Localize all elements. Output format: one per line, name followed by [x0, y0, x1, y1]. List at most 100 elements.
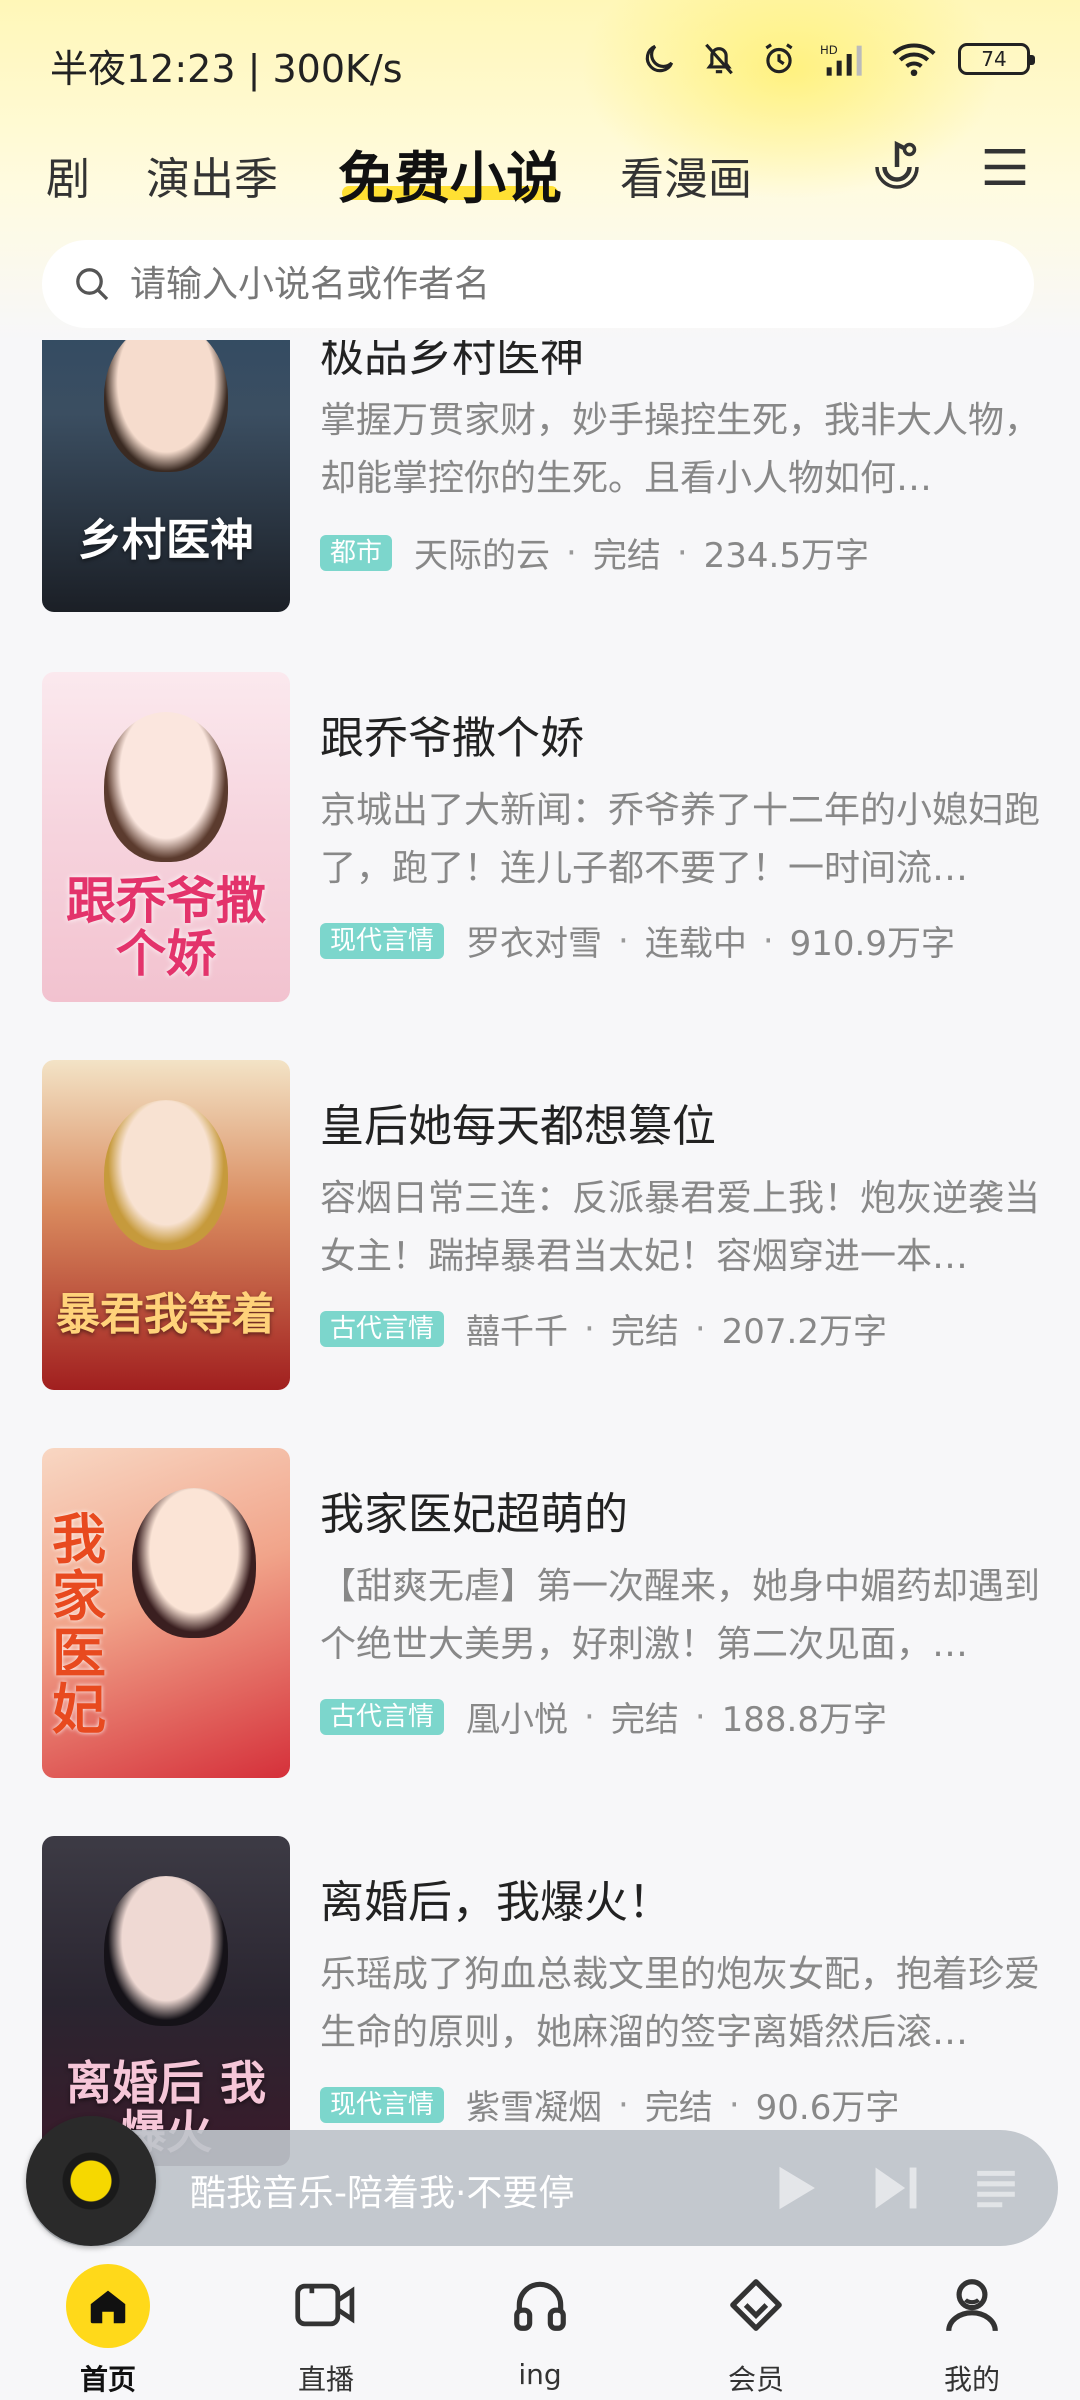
- video-icon: [291, 2270, 361, 2340]
- svg-text:HD: HD: [820, 43, 838, 57]
- album-disc-icon[interactable]: [26, 2116, 156, 2246]
- book-item[interactable]: 跟乔爷撒个娇 跟乔爷撒个娇 京城出了大新闻：乔爷养了十二年的小媳妇跑了，跑了！连…: [42, 672, 1042, 1002]
- separator: ·: [728, 2084, 740, 2125]
- word-count: 188.8万字: [721, 1700, 887, 1740]
- status-icons: HD 74: [640, 40, 1035, 78]
- battery-icon: 74: [958, 43, 1035, 75]
- status-time: 半夜12:23 | 300K/s: [50, 47, 403, 91]
- genre-tag: 古代言情: [320, 1310, 445, 1347]
- separator: ·: [618, 2084, 629, 2125]
- separator: ·: [676, 532, 688, 573]
- separator: ·: [694, 1308, 706, 1349]
- separator: ·: [762, 920, 774, 961]
- diamond-icon: [721, 2270, 791, 2340]
- word-count: 207.2万字: [721, 1312, 887, 1352]
- book-status: 完结: [644, 2088, 713, 2128]
- nav-label: 直播: [297, 2363, 354, 2396]
- nav-ing[interactable]: ing: [470, 2262, 610, 2400]
- next-track-icon[interactable]: [868, 2160, 924, 2216]
- mute-bell-icon: [705, 43, 733, 75]
- book-description: 【甜爽无虐】第一次醒来，她身中媚药却遇到个绝世大美男，好刺激！第二次见面，…: [320, 1566, 1041, 1665]
- book-cover: 暴君我等着: [42, 1060, 290, 1390]
- tab-comics[interactable]: 看漫画: [620, 130, 752, 230]
- book-status: 完结: [610, 1700, 679, 1740]
- book-title: 离婚后，我爆火！: [320, 1877, 672, 1928]
- player-track: 酷我音乐-陪着我·不要停: [190, 2173, 575, 2214]
- cover-title: 乡村医神: [78, 514, 254, 566]
- tab-label: 看漫画: [620, 154, 752, 205]
- user-icon: [937, 2270, 1007, 2340]
- author: 囍千千: [466, 1312, 569, 1352]
- separator: ·: [566, 532, 577, 573]
- book-description: 京城出了大新闻：乔爷养了十二年的小媳妇跑了，跑了！连儿子都不要了！一时间流…: [320, 790, 1041, 889]
- play-icon[interactable]: [768, 2160, 824, 2216]
- headphones-icon: [505, 2270, 575, 2340]
- book-cover: 我家医妃: [42, 1448, 290, 1778]
- book-item[interactable]: 暴君我等着 皇后她每天都想篡位 容烟日常三连：反派暴君爱上我！炮灰逆袭当女主！踹…: [42, 1060, 1042, 1390]
- battery-level: 74: [981, 47, 1007, 71]
- book-meta: 现代言情 罗衣对雪 · 连载中 · 910.9万字: [320, 916, 955, 965]
- book-item[interactable]: 离婚后 我爆火 离婚后，我爆火！ 乐瑶成了狗血总裁文里的炮灰女配，抱着珍爱生命的…: [42, 1836, 1042, 2166]
- book-cover: 跟乔爷撒个娇: [42, 672, 290, 1002]
- signal-icon: HD: [820, 43, 862, 76]
- genre-tag: 现代言情: [320, 922, 445, 959]
- moon-icon: [645, 44, 674, 73]
- word-count: 90.6万字: [755, 2088, 900, 2128]
- cover-title: 暴君我等着: [56, 1288, 276, 1340]
- book-meta: 现代言情 紫雪凝烟 · 完结 · 90.6万字: [320, 2080, 899, 2129]
- book-status: 完结: [592, 536, 661, 576]
- author: 凰小悦: [466, 1700, 569, 1740]
- tab-drama[interactable]: 剧: [46, 130, 90, 230]
- nav-label: 首页: [79, 2363, 136, 2396]
- bottom-nav: 首页 直播 ing 会员 我的: [0, 2262, 1080, 2400]
- genre-tag: 古代言情: [320, 1698, 445, 1735]
- nav-vip[interactable]: 会员: [686, 2262, 826, 2400]
- tab-label: 免费小说: [338, 147, 562, 212]
- tab-shows[interactable]: 演出季: [146, 130, 278, 230]
- nav-label: 会员: [727, 2363, 784, 2396]
- book-meta: 古代言情 凰小悦 · 完结 · 188.8万字: [320, 1692, 887, 1741]
- menu-icon[interactable]: [970, 132, 1040, 202]
- tab-free-novels[interactable]: 免费小说: [338, 130, 562, 230]
- book-description: 乐瑶成了狗血总裁文里的炮灰女配，抱着珍爱生命的原则，她麻溜的签字离婚然后滚…: [320, 1954, 1041, 2053]
- voice-search-icon[interactable]: [862, 132, 932, 202]
- tab-label: 剧: [46, 154, 90, 205]
- book-status: 连载中: [644, 924, 747, 964]
- alarm-icon: [765, 43, 793, 74]
- separator: ·: [584, 1696, 595, 1737]
- book-title: 皇后她每天都想篡位: [320, 1101, 716, 1152]
- wifi-icon: [892, 43, 936, 77]
- author: 天际的云: [414, 536, 551, 576]
- nav-live[interactable]: 直播: [256, 2262, 396, 2400]
- home-icon: [66, 2264, 150, 2348]
- book-title: 跟乔爷撒个娇: [320, 713, 584, 764]
- word-count: 910.9万字: [789, 924, 955, 964]
- author: 紫雪凝烟: [466, 2088, 603, 2128]
- book-meta: 都市 天际的云 · 完结 · 234.5万字: [320, 528, 869, 577]
- search-bar[interactable]: [42, 240, 1034, 328]
- status-bar: 半夜12:23 | 300K/s HD 74: [0, 0, 1080, 130]
- word-count: 234.5万字: [703, 536, 869, 576]
- book-status: 完结: [610, 1312, 679, 1352]
- author: 罗衣对雪: [466, 924, 603, 964]
- genre-tag: 现代言情: [320, 2086, 445, 2123]
- nav-label: ing: [518, 2358, 562, 2391]
- book-meta: 古代言情 囍千千 · 完结 · 207.2万字: [320, 1304, 887, 1353]
- separator: ·: [618, 920, 629, 961]
- separator: ·: [584, 1308, 595, 1349]
- search-input[interactable]: [130, 263, 1034, 305]
- genre-tag: 都市: [320, 534, 393, 571]
- book-title: 我家医妃超萌的: [320, 1489, 628, 1540]
- book-description: 掌握万贯家财，妙手操控生死，我非大人物，却能掌控你的生死。且看小人物如何…: [320, 400, 1041, 499]
- playlist-icon[interactable]: [968, 2160, 1024, 2216]
- nav-home[interactable]: 首页: [38, 2262, 178, 2400]
- search-icon: [76, 268, 109, 301]
- separator: ·: [694, 1696, 706, 1737]
- tab-label: 演出季: [146, 154, 278, 205]
- nav-mine[interactable]: 我的: [902, 2262, 1042, 2400]
- nav-label: 我的: [943, 2363, 1000, 2396]
- cover-title: 我家医妃: [52, 1507, 106, 1742]
- screen: 乡村医神 极品乡村医神 掌握万贯家财，妙手操控生死，我非大人物，却能掌控你的生死…: [0, 0, 1080, 2400]
- cover-title: 跟乔爷撒个娇: [66, 871, 266, 983]
- book-item[interactable]: 我家医妃 我家医妃超萌的 【甜爽无虐】第一次醒来，她身中媚药却遇到个绝世大美男，…: [42, 1448, 1042, 1778]
